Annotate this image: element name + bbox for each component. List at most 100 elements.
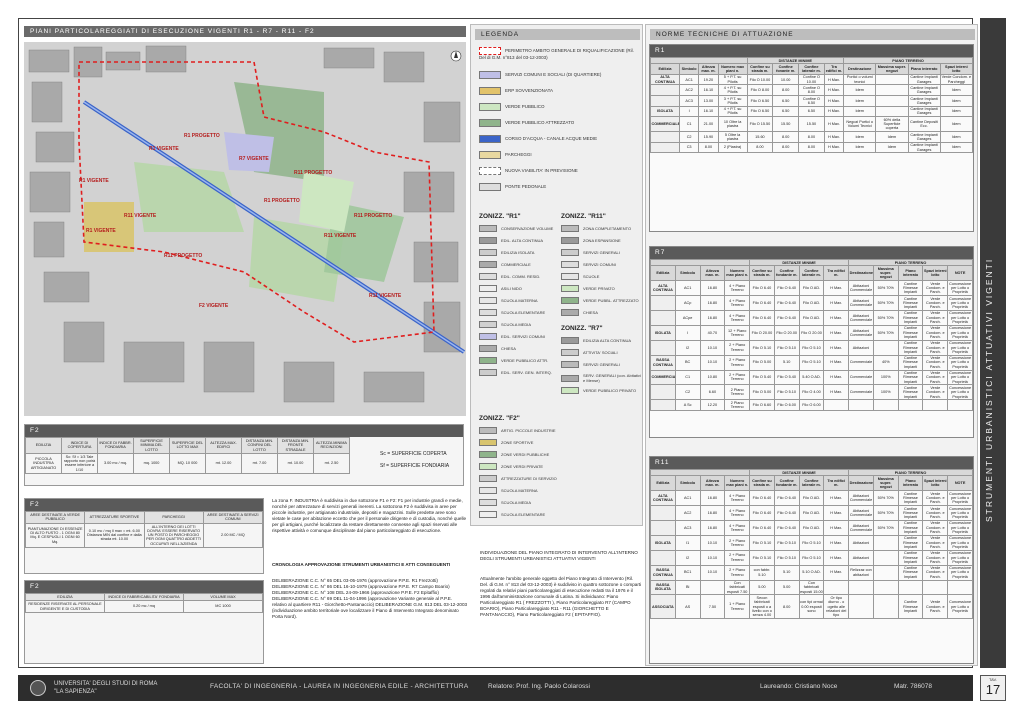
table-row: BASSA CONTINUA BC1 10.10 2 + Piano Terreno c… bbox=[650, 564, 973, 581]
table-cell: 5.00 bbox=[749, 579, 775, 596]
table-cell: AC1 bbox=[674, 490, 701, 507]
table-cell: Concessione per Lotto o Proprietà bbox=[947, 505, 973, 521]
legend-item-perimetro: PERIMETRO AMBITO GENERALE DI RIQUALIFICA… bbox=[479, 47, 634, 60]
table-cell: Idem bbox=[939, 84, 974, 97]
zon-f2-item: ZONE SPORTIVE bbox=[479, 439, 533, 446]
r1-header-cell: Numero max piani n. bbox=[717, 63, 748, 75]
table-cell: 8.00 bbox=[798, 141, 825, 154]
individuazione-body: Attualmente l'ambito generale oggetto de… bbox=[480, 576, 642, 617]
table-cell: Concessione per Lotto o Proprietà bbox=[947, 324, 973, 341]
zon-f2-item: SCUOLA MEDIA bbox=[479, 499, 531, 506]
r7-header-cell: Confine su strada m. bbox=[749, 265, 775, 282]
table-header-cell: DISTANZA MIN. FRONTE STRADALE bbox=[277, 437, 314, 454]
table-cell: 6.50 bbox=[772, 105, 800, 118]
r11-header-cell: Destinazione bbox=[848, 475, 874, 492]
legend-item-verde: VERDE PUBBLICO bbox=[479, 103, 545, 111]
table-header-cell: VOLUME MAX bbox=[183, 592, 263, 602]
table-cell: 100% bbox=[872, 369, 899, 386]
table-cell bbox=[650, 131, 680, 143]
table-cell: 4 + Piano Terreno bbox=[724, 519, 751, 536]
table-cell: Verde Condom. e Parch. bbox=[922, 354, 949, 371]
table-cell: 6.50 bbox=[772, 95, 800, 107]
table-cell: COMMERCIALE bbox=[650, 369, 676, 386]
legend-item-parcheggi: PARCHEGGI bbox=[479, 151, 532, 159]
table-cell: Filo O 6.40 bbox=[749, 309, 775, 326]
r1-title: R1 bbox=[650, 45, 973, 57]
table-cell: Filo O AD. bbox=[798, 309, 825, 326]
r11-header-cell: Numero max piani n. bbox=[724, 475, 751, 492]
table-cell: A Sc bbox=[674, 399, 701, 411]
table-cell: 8.00 bbox=[773, 594, 800, 619]
table-cell: Cantine Rimesse Impianti bbox=[897, 324, 924, 341]
table-cell bbox=[872, 549, 899, 566]
table-cell bbox=[897, 579, 924, 596]
table-cell: H Max. bbox=[823, 309, 850, 326]
table-cell: PICCOLA INDUSTRIA ARTIGIANATO bbox=[25, 452, 62, 475]
zon-f2-item: ZONE VERDI PRIVATE bbox=[479, 463, 543, 470]
table-cell bbox=[922, 579, 949, 596]
table-cell: Filo O 5.10 bbox=[749, 534, 775, 551]
legend-item-erp: ERP SOVVENZIONATA bbox=[479, 87, 553, 95]
table-cell: Verde Condom. e Parch. bbox=[922, 564, 949, 581]
table-cell: 16.80 bbox=[699, 505, 726, 521]
table-cell: Cantine Rimesse Impianti bbox=[897, 505, 924, 521]
table-cell: Confine O 6.50 bbox=[798, 95, 825, 107]
table-cell: 16.10 bbox=[698, 84, 719, 97]
table-cell: H Max. bbox=[823, 490, 850, 507]
table-cell: Filo O 6.00 bbox=[798, 399, 825, 411]
table-cell bbox=[650, 519, 676, 536]
zon-r1-item: ASILI NIDO bbox=[479, 285, 522, 292]
table-cell: Concessione per Lotto o Proprietà bbox=[947, 384, 973, 401]
table-row: ISOLATA I 16.10 4 + P.T. su Pilotis Filo O 6… bbox=[650, 105, 974, 118]
table-cell: C2 bbox=[678, 131, 700, 143]
table-cell: Filo O 6.40 bbox=[749, 490, 775, 507]
table-cell: 8.00 bbox=[798, 131, 825, 143]
table-cell: AC2 bbox=[674, 505, 701, 521]
table-header-cell: PARCHEGGI bbox=[143, 511, 204, 524]
table-cell: Cantine Rimesse Impianti bbox=[897, 564, 924, 581]
table-cell bbox=[922, 399, 949, 411]
table-cell: 0.10 mc / mq Il max = mt. 6.00 Distanza … bbox=[84, 522, 145, 549]
table-cell: Bi bbox=[674, 579, 701, 596]
tavola-number: TAV. 17 bbox=[980, 675, 1006, 701]
table-cell: Verde Condom. e Parch. bbox=[922, 384, 949, 401]
r1-header-cell: Confine laterale m. bbox=[798, 63, 825, 75]
map-label-3: R1 VIGENTE bbox=[79, 178, 109, 184]
table-cell: con fabbr. 5.10 bbox=[749, 564, 775, 581]
table-cell: ISOLATA bbox=[650, 324, 676, 341]
table-cell: 5 Oltre la piastra bbox=[717, 131, 748, 143]
table-cell: ALTA CONTINUA bbox=[650, 490, 676, 507]
table-cell: H Max. bbox=[823, 95, 845, 107]
r1-table-box: R1 DISTANZE MINIME PIANO TERRENO Edilizi… bbox=[649, 44, 974, 232]
table-cell: Abitazioni Commerciale bbox=[848, 280, 874, 297]
table-row: COMMERCIALEC110.802 + Piano TerrenoFilo … bbox=[650, 369, 973, 386]
table-cell: AC3 bbox=[678, 95, 700, 107]
zon-r1-item: SCUOLA MATERNA bbox=[479, 297, 538, 304]
table-cell: Filo O 20.00 bbox=[749, 324, 775, 341]
zon-f2-title: ZONIZZ. "F2" bbox=[479, 415, 520, 422]
table-cell: Concessione per Lotto o Proprietà bbox=[947, 339, 973, 356]
table-cell: Idem bbox=[843, 95, 877, 107]
table-cell: Filo O 5.10 bbox=[773, 384, 800, 401]
table-cell: 15.60 bbox=[746, 131, 774, 143]
table-cell: Concessione per Lotto o Proprietà bbox=[947, 594, 973, 619]
table-cell: Abitazioni bbox=[848, 549, 874, 566]
note-sf: Sf = SUPERFICIE FONDIARIA bbox=[380, 463, 450, 469]
table-cell: Idem bbox=[875, 141, 909, 154]
table-cell: Idem bbox=[843, 131, 877, 143]
university-name: UNIVERSITA' DEGLI STUDI DI ROMA "LA SAPI… bbox=[54, 681, 158, 695]
table-cell: Concessione per Lotto o Proprietà bbox=[947, 295, 973, 311]
table-cell: H Max. bbox=[823, 519, 850, 536]
table-cell: MQ. 10 000 bbox=[169, 452, 206, 475]
r7-header-cell: Confine fondante m. bbox=[773, 265, 800, 282]
table-cell: C1 bbox=[678, 116, 700, 133]
table-cell: H Max. bbox=[823, 84, 845, 97]
table-cell: I2 bbox=[674, 339, 701, 356]
table-cell: Filo O 20.00 bbox=[773, 324, 800, 341]
table-cell bbox=[947, 399, 973, 411]
table-cell: Filo O 5.10 bbox=[749, 339, 775, 356]
table-row: I2 10.10 2 + Piano Terreno Filo O 5.10 Filo … bbox=[650, 549, 973, 566]
table-cell: Commerciale bbox=[848, 369, 874, 386]
table-cell: Abitazioni Commerciale bbox=[848, 505, 874, 521]
table-cell: Filo O 6.40 bbox=[773, 280, 800, 297]
